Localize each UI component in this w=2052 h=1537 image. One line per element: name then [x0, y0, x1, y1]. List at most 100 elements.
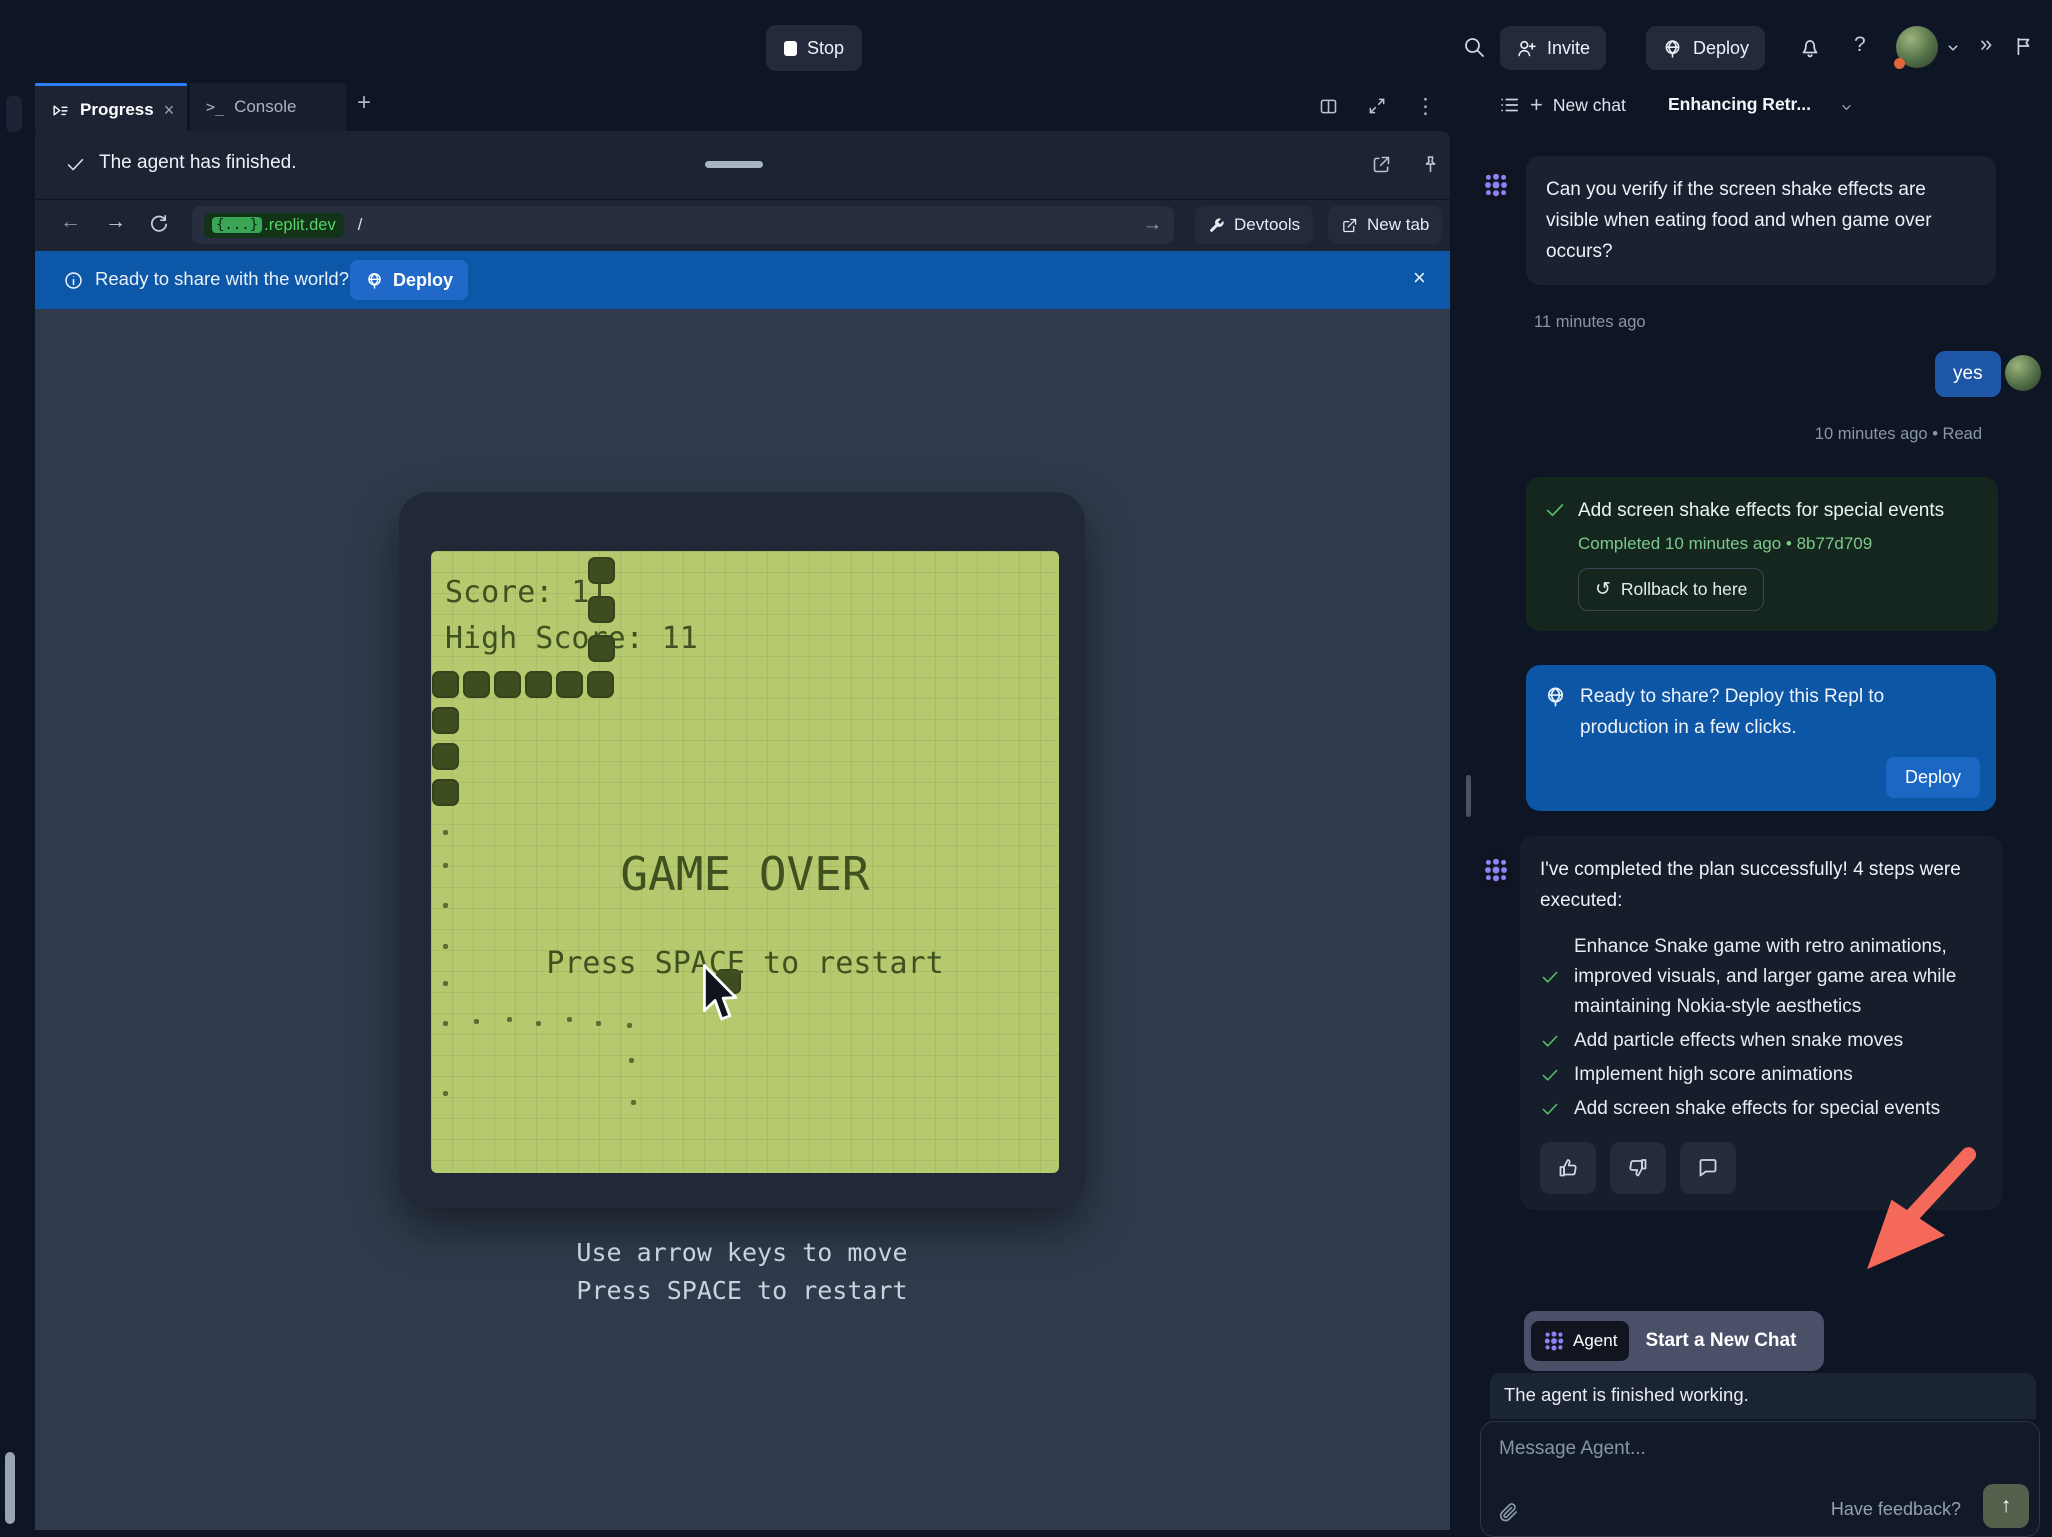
plan-intro: I've completed the plan successfully! 4 …	[1540, 854, 1982, 916]
message-timestamp: 11 minutes ago	[1534, 313, 1646, 332]
game-screen[interactable]: Score: 11 High Score: 11 GAME OVER Press…	[431, 551, 1059, 1173]
progress-icon	[51, 101, 70, 120]
new-tab-plus-icon[interactable]: +	[357, 89, 371, 117]
start-new-chat-button[interactable]: Agent Start a New Chat	[1524, 1311, 1824, 1371]
check-icon	[1540, 1065, 1560, 1085]
instruction-line-1: Use arrow keys to move	[399, 1234, 1085, 1272]
chat-history-icon[interactable]	[1498, 94, 1520, 116]
url-host-chip: {...} .replit.dev	[204, 213, 344, 238]
back-icon[interactable]: ←	[60, 210, 81, 234]
plan-step: Enhance Snake game with retro animations…	[1540, 932, 1982, 1022]
tab-console-label: Console	[234, 97, 296, 117]
globe-icon	[1662, 38, 1683, 59]
check-icon	[1544, 499, 1566, 521]
workspace: Progress × >_ Console + ⋮ The agent has …	[35, 81, 1450, 1530]
restart-hint-text: Press SPACE to restart	[431, 946, 1059, 981]
url-subdomain: {...}	[212, 217, 262, 233]
comment-button[interactable]	[1680, 1142, 1736, 1194]
agent-badge-label: Agent	[1573, 1331, 1617, 1351]
collapse-panel-icon[interactable]: »	[1980, 31, 1992, 57]
search-icon[interactable]	[1462, 35, 1486, 59]
annotation-arrow-icon	[1854, 1143, 1976, 1284]
pin-icon[interactable]	[1420, 154, 1441, 175]
deploy-card: Ready to share? Deploy this Repl to prod…	[1526, 665, 1996, 811]
agent-status-row: The agent has finished.	[35, 131, 1450, 200]
reload-icon[interactable]	[147, 213, 170, 236]
user-avatar	[2005, 355, 2041, 391]
have-feedback-link[interactable]: Have feedback?	[1831, 1499, 1961, 1520]
globe-icon	[365, 271, 384, 290]
invite-button[interactable]: Invite	[1500, 26, 1606, 70]
check-icon	[1540, 967, 1560, 987]
task-meta: Completed 10 minutes ago • 8b77d709	[1578, 534, 1980, 554]
send-button[interactable]: ↑	[1983, 1484, 2029, 1528]
forward-icon[interactable]: →	[105, 210, 126, 234]
game-console-frame: Score: 11 High Score: 11 GAME OVER Press…	[399, 492, 1085, 1208]
deploy-card-button[interactable]: Deploy	[1886, 757, 1980, 798]
collapsed-sidebar-handle[interactable]	[6, 96, 22, 132]
plan-step: Add screen shake effects for special eve…	[1540, 1094, 1982, 1124]
tab-strip: Progress × >_ Console + ⋮	[35, 81, 1450, 131]
close-icon[interactable]: ×	[1413, 265, 1426, 291]
url-bar[interactable]: {...} .replit.dev / →	[192, 206, 1174, 244]
kebab-menu-icon[interactable]: ⋮	[1415, 94, 1436, 119]
thumbs-up-button[interactable]	[1540, 1142, 1596, 1194]
external-link-icon	[1341, 217, 1358, 234]
chat-title[interactable]: Enhancing Retr...	[1668, 94, 1811, 115]
message-meta: 10 minutes ago • Read	[1472, 425, 1982, 444]
message-input[interactable]	[1491, 1430, 1927, 1468]
close-icon[interactable]: ×	[164, 100, 175, 121]
open-in-window-icon[interactable]	[1371, 154, 1392, 175]
banner-deploy-button[interactable]: Deploy	[350, 260, 468, 300]
message-composer[interactable]: Have feedback? ↑	[1480, 1421, 2040, 1537]
expand-pane-icon[interactable]	[1367, 96, 1387, 116]
go-arrow-icon[interactable]: →	[1143, 214, 1162, 236]
check-icon	[1540, 1031, 1560, 1051]
webview-toolbar: ← → {...} .replit.dev / → Devtools New t…	[35, 199, 1450, 251]
drag-handle[interactable]	[705, 161, 763, 168]
plan-step-list: Enhance Snake game with retro animations…	[1540, 932, 1982, 1124]
devtools-label: Devtools	[1234, 215, 1300, 235]
user-message: yes	[1935, 351, 2001, 397]
agent-status-bar: The agent is finished working.	[1490, 1373, 2036, 1419]
agent-finished-text: The agent has finished.	[99, 152, 297, 174]
invite-label: Invite	[1547, 38, 1590, 59]
user-avatar[interactable]	[1896, 26, 1938, 68]
new-chat-button[interactable]: + New chat	[1530, 92, 1626, 118]
devtools-button[interactable]: Devtools	[1195, 206, 1313, 244]
chevron-down-icon[interactable]	[1838, 99, 1855, 116]
flag-feedback-icon[interactable]	[2012, 35, 2034, 57]
stop-label: Stop	[807, 38, 844, 59]
agent-avatar	[1479, 168, 1513, 202]
tab-console[interactable]: >_ Console	[190, 83, 346, 131]
new-tab-button[interactable]: New tab	[1328, 206, 1442, 244]
chat-scrollbar-thumb[interactable]	[1466, 775, 1471, 817]
start-new-chat-label: Start a New Chat	[1629, 1330, 1816, 1352]
rollback-button[interactable]: ↺ Rollback to here	[1578, 568, 1764, 611]
tab-progress[interactable]: Progress ×	[35, 83, 187, 134]
paperclip-icon[interactable]	[1497, 1501, 1520, 1524]
terminal-icon: >_	[206, 98, 224, 116]
avatar-status-badge	[1894, 58, 1905, 69]
plan-step: Implement high score animations	[1540, 1060, 1982, 1090]
deploy-banner: Ready to share with the world? Deploy ×	[35, 251, 1450, 309]
stop-button[interactable]: Stop	[766, 25, 862, 71]
deploy-button[interactable]: Deploy	[1646, 26, 1765, 70]
url-host: .replit.dev	[264, 216, 336, 235]
new-chat-label: New chat	[1553, 95, 1626, 116]
left-scrollbar-thumb[interactable]	[5, 1452, 15, 1524]
desktop-wallpaper-strip	[0, 0, 2052, 15]
game-over-text: GAME OVER	[431, 847, 1059, 901]
split-pane-icon[interactable]	[1318, 96, 1339, 117]
help-icon[interactable]: ?	[1854, 33, 1866, 57]
agent-badge: Agent	[1531, 1321, 1629, 1361]
chevron-down-icon[interactable]	[1944, 39, 1962, 57]
notifications-bell-icon[interactable]	[1798, 35, 1822, 59]
banner-text: Ready to share with the world?	[95, 268, 349, 290]
agent-logo-icon	[1543, 1330, 1565, 1352]
thumbs-down-button[interactable]	[1610, 1142, 1666, 1194]
mouse-cursor-icon	[702, 963, 740, 1030]
pane-controls: ⋮	[1318, 81, 1436, 131]
check-icon	[1540, 1099, 1560, 1119]
chat-header: + New chat Enhancing Retr...	[1472, 81, 2052, 131]
